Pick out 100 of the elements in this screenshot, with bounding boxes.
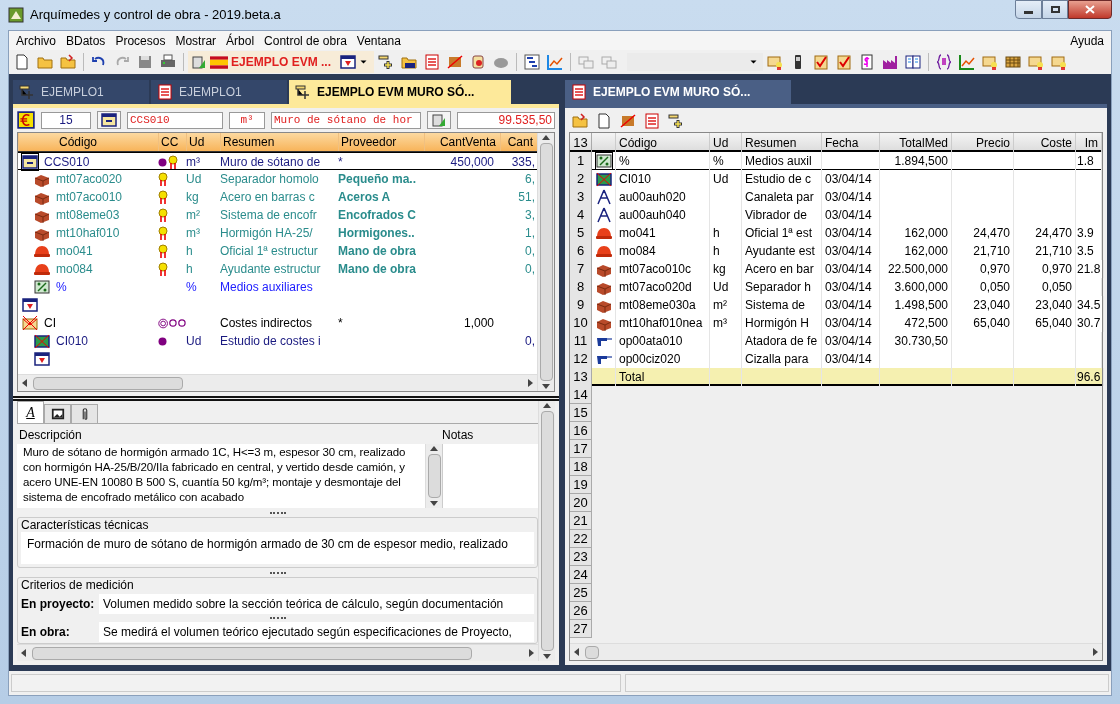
minimize-button[interactable]	[1015, 0, 1042, 19]
table-row[interactable]: 6 mo084 h Ayudante est 03/04/14 162,000 21,710 21,710 3.5	[570, 242, 1102, 260]
tree-code: CI	[44, 315, 56, 332]
menu-item[interactable]: Archivo	[11, 31, 61, 50]
menu-item[interactable]: Procesos	[110, 31, 171, 50]
column-header[interactable]: CC	[161, 133, 179, 151]
column-header[interactable]: CantVenta	[439, 133, 496, 151]
table-row[interactable]: 3 au00auh020 Canaleta par 03/04/14	[570, 188, 1102, 206]
tech-text[interactable]: Formación de muro de sótano de hormigón armado de 30 cm de espesor medio, realizado	[21, 532, 534, 564]
menu-item[interactable]: Ayuda	[1065, 31, 1109, 50]
calculate-button[interactable]	[427, 111, 451, 129]
column-header[interactable]: Fecha	[825, 133, 859, 152]
selected-table-row[interactable]: 1 % % Medios auxil 1.894,500 1.8	[570, 152, 1102, 170]
table-cell-text: Estudio de c	[745, 171, 812, 188]
tree-row[interactable]: mt10haf010 m³ Hormigón HA-25/ Hormigones.. 1,	[18, 224, 537, 242]
column-header[interactable]: Cant	[507, 133, 533, 151]
down-arrow-box-icon	[22, 297, 38, 313]
menu-item[interactable]: Ventana	[351, 31, 406, 50]
site-criteria-field[interactable]: Se medirá el volumen teórico ejecutado según especificaciones de Proyecto,	[99, 622, 534, 642]
table-cell-text: mt07aco020d	[619, 279, 692, 296]
table-cell-text: 03/04/14	[825, 261, 872, 278]
factory-icon	[882, 54, 898, 70]
column-header[interactable]: Código	[59, 133, 98, 151]
menu-item[interactable]: Mostrar	[170, 31, 222, 50]
vertical-scrollbar[interactable]	[538, 401, 555, 661]
column-header[interactable]: Resumen	[745, 133, 797, 152]
document-tab[interactable]: EJEMPLO1	[151, 80, 287, 104]
table-cell-text: Separador h	[745, 279, 812, 296]
tree-row[interactable]: CI010 Ud Estudio de costes i 0,	[18, 332, 537, 350]
column-header[interactable]: Im	[1084, 133, 1098, 152]
tree-row[interactable]: mt07aco020 Ud Separador homolo Pequeño ma.. 6,	[18, 170, 537, 188]
scroll-thumb[interactable]	[32, 646, 472, 660]
tree-row[interactable]: mo041 h Oficial 1ª estructur Mano de obra 0,	[18, 242, 537, 260]
column-header[interactable]: Ud	[713, 133, 729, 152]
code-field[interactable]: CCS010	[127, 111, 223, 129]
vertical-scrollbar[interactable]	[425, 444, 442, 508]
table-row[interactable]: 10 mt10haf010nea m³ Hormigón H 03/04/14 472,500 65,040 65,040 30.7	[570, 314, 1102, 332]
tree-supplier: *	[338, 316, 343, 330]
table-row[interactable]: 11 op00ata010 Atadora de fe 03/04/14 30.730,50	[570, 332, 1102, 350]
table-row[interactable]: 9 mt08eme030a m² Sistema de 03/04/14 1.498,500 23,040 23,040 34.5	[570, 296, 1102, 314]
row-number: 11	[570, 332, 592, 350]
table-row[interactable]: 5 mo041 h Oficial 1ª est 03/04/14 162,000 24,470 24,470 3.9	[570, 224, 1102, 242]
attachment-tab[interactable]	[71, 404, 98, 423]
column-header[interactable]: Proveedor	[341, 133, 397, 151]
column-header[interactable]: Resumen	[223, 133, 275, 151]
document-tab[interactable]: EJEMPLO EVM MURO SÓ...	[289, 80, 511, 104]
horizontal-scrollbar[interactable]	[18, 374, 537, 391]
column-header[interactable]: Código	[619, 133, 658, 152]
scroll-thumb[interactable]	[539, 143, 553, 381]
folder-icon	[37, 54, 53, 70]
amount-field[interactable]: 99.535,50	[457, 111, 555, 129]
scroll-thumb[interactable]	[427, 454, 441, 498]
text-tab[interactable]: A	[17, 401, 44, 423]
table-row[interactable]: 4 au00auh040 Vibrador de 03/04/14	[570, 206, 1102, 224]
summary-field[interactable]: Muro de sótano de hor	[271, 111, 421, 129]
document-lines-icon	[157, 84, 173, 100]
table-row[interactable]: 13 Total 96.6	[570, 368, 1102, 386]
image-tab[interactable]	[44, 404, 71, 423]
tree-row[interactable]: mt08eme03 m² Sistema de encofr Encofrados C 3,	[18, 206, 537, 224]
tree-row[interactable]: % % Medios auxiliares	[18, 278, 537, 296]
scroll-thumb[interactable]	[33, 376, 183, 390]
tree-row[interactable]: CI Costes indirectos * 1,000	[18, 314, 537, 332]
selected-tree-row[interactable]: CCS010 m³ Muro de sótano de * 450,000 335,	[18, 152, 537, 170]
table-row[interactable]: 12 op00ciz020 Cizalla para 03/04/14	[570, 350, 1102, 368]
maximize-button[interactable]	[1042, 0, 1068, 19]
dropdown-field[interactable]	[627, 53, 763, 71]
horizontal-scrollbar[interactable]	[17, 644, 538, 661]
table-cell-text: 03/04/14	[825, 315, 872, 332]
table-row[interactable]: 8 mt07aco020d Ud Separador h 03/04/14 3.600,000 0,050 0,050	[570, 278, 1102, 296]
document-tab[interactable]: EJEMPLO1	[13, 80, 149, 104]
menu-item[interactable]: BDatos	[61, 31, 111, 50]
close-button[interactable]	[1068, 0, 1112, 19]
menu-item[interactable]: Control de obra	[259, 31, 352, 50]
table-row[interactable]: 7 mt07aco010c kg Acero en bar 03/04/14 22.500,000 0,970 0,970 21.8	[570, 260, 1102, 278]
column-header[interactable]: Coste	[1040, 133, 1072, 152]
project-criteria-field[interactable]: Volumen medido sobre la sección teórica de cálculo, según documentación	[99, 594, 534, 614]
chapter-button[interactable]	[97, 111, 121, 129]
scroll-thumb[interactable]	[540, 411, 554, 651]
crossed-box-icon	[34, 333, 50, 349]
tree-row[interactable]: mo084 h Ayudante estructur Mano de obra 0,	[18, 260, 537, 278]
document-lines-icon	[424, 54, 440, 70]
table-cell-text: kg	[713, 261, 726, 278]
document-tab[interactable]: EJEMPLO EVM MURO SÓ...	[565, 80, 791, 104]
tree-row[interactable]: mt07aco010 kg Acero en barras c Aceros A 51,	[18, 188, 537, 206]
column-header[interactable]: TotalMed	[899, 133, 948, 152]
column-header[interactable]: Precio	[976, 133, 1010, 152]
vertical-scrollbar[interactable]	[537, 133, 554, 391]
horizontal-scrollbar[interactable]	[570, 643, 1102, 660]
unit-field[interactable]: m³	[229, 111, 265, 129]
count-field[interactable]: 15	[41, 111, 91, 129]
column-header[interactable]: Ud	[189, 133, 205, 151]
window-icon	[22, 154, 38, 170]
scroll-thumb[interactable]	[585, 645, 599, 659]
tree-code: CI010	[56, 333, 89, 350]
scroll-left-icon	[22, 379, 27, 387]
gantt-chart-button[interactable]	[521, 51, 543, 73]
menu-item[interactable]: Árbol	[221, 31, 260, 50]
project-selector[interactable]: EJEMPLO EVM ...	[188, 51, 374, 73]
table-row[interactable]: 2 CI010 Ud Estudio de c 03/04/14	[570, 170, 1102, 188]
notes-field[interactable]	[442, 444, 538, 508]
